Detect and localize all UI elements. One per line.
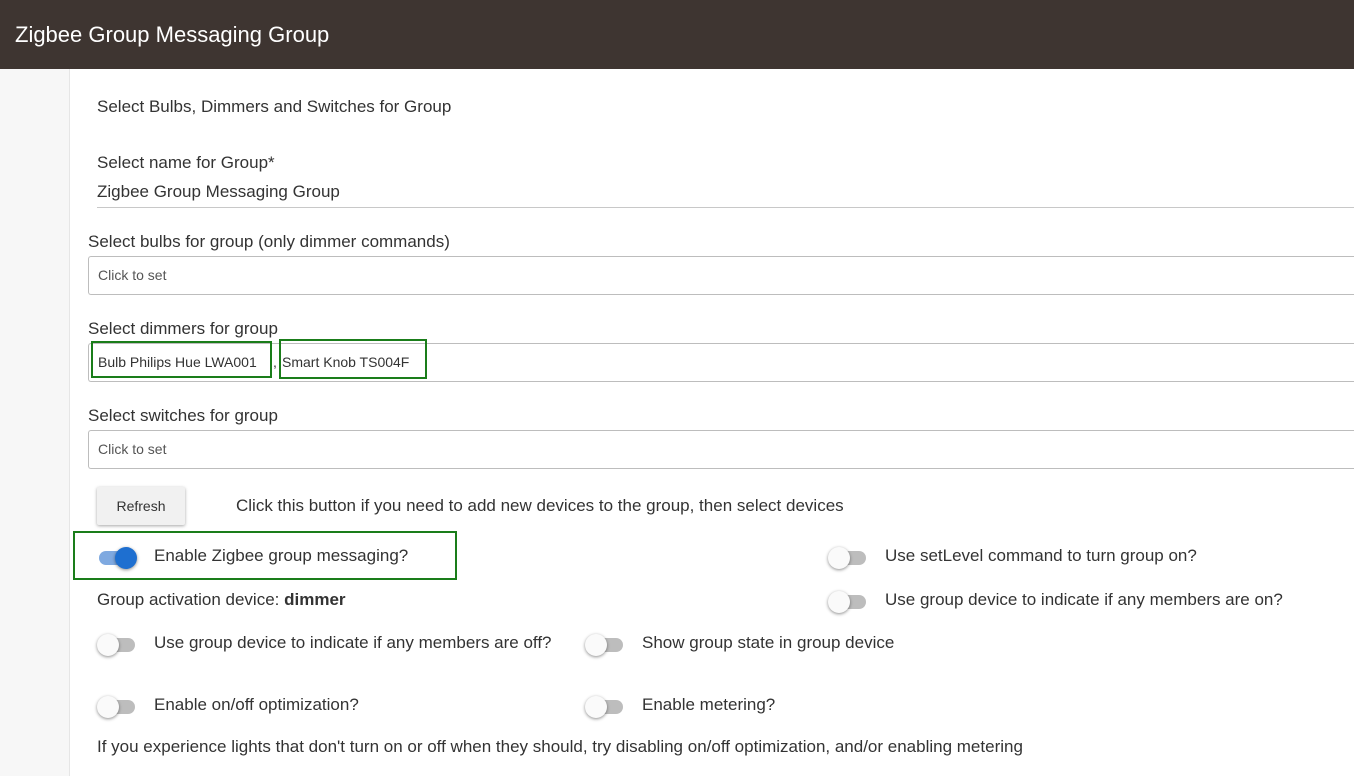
section-title: Select Bulbs, Dimmers and Switches for G… <box>97 97 452 116</box>
highlight-box-bulb <box>91 341 272 378</box>
toggle-metering[interactable] <box>585 696 625 718</box>
toggle-label-indicate-any-off: Use group device to indicate if any memb… <box>154 633 552 652</box>
app-header: Zigbee Group Messaging Group <box>0 0 1354 69</box>
toggle-knob <box>828 547 850 569</box>
page-title: Zigbee Group Messaging Group <box>15 22 330 47</box>
footer-note: If you experience lights that don't turn… <box>97 737 1023 756</box>
toggle-label-metering: Enable metering? <box>642 695 776 714</box>
activation-label: Group activation device: <box>97 590 280 609</box>
bulbs-label: Select bulbs for group (only dimmer comm… <box>88 232 450 251</box>
toggle-label-show-group-state: Show group state in group device <box>642 633 895 652</box>
group-name-input[interactable]: Zigbee Group Messaging Group <box>97 182 340 202</box>
toggle-use-setlevel[interactable] <box>828 547 868 569</box>
toggle-knob <box>828 591 850 613</box>
dimmers-label: Select dimmers for group <box>88 319 278 338</box>
dimmer-separator: , <box>273 354 277 370</box>
highlight-box-toggle <box>73 531 457 580</box>
dimmers-select[interactable] <box>88 343 1354 382</box>
bulbs-select[interactable]: Click to set <box>88 256 1354 295</box>
toggle-indicate-any-on[interactable] <box>828 591 868 613</box>
refresh-hint: Click this button if you need to add new… <box>236 496 844 515</box>
toggle-knob <box>97 634 119 656</box>
left-gutter <box>0 69 70 776</box>
toggle-label-use-setlevel: Use setLevel command to turn group on? <box>885 546 1197 565</box>
toggle-indicate-any-off[interactable] <box>97 634 137 656</box>
toggle-knob <box>585 634 607 656</box>
activation-value: dimmer <box>284 590 346 609</box>
switches-select[interactable]: Click to set <box>88 430 1354 469</box>
toggle-knob <box>97 696 119 718</box>
toggle-show-group-state[interactable] <box>585 634 625 656</box>
toggle-label-indicate-any-on: Use group device to indicate if any memb… <box>885 590 1283 609</box>
group-name-label: Select name for Group* <box>97 153 275 172</box>
toggle-label-onoff-optimization: Enable on/off optimization? <box>154 695 359 714</box>
toggle-knob <box>585 696 607 718</box>
toggle-onoff-optimization[interactable] <box>97 696 137 718</box>
refresh-button[interactable]: Refresh <box>97 487 185 525</box>
activation-device: Group activation device: dimmer <box>97 590 346 610</box>
switches-label: Select switches for group <box>88 406 278 425</box>
group-name-underline <box>97 207 1354 208</box>
highlight-box-knob <box>279 339 427 379</box>
